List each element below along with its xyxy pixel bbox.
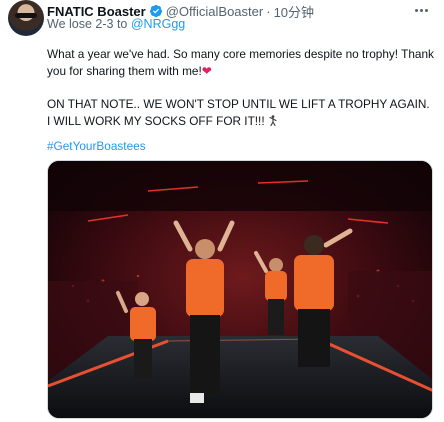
tweet-paragraph-3: #GetYourBoastees — [47, 138, 435, 155]
separator-dot: · — [266, 3, 271, 19]
mention-link[interactable]: @NRGgg — [131, 17, 185, 31]
replying-to-line: We lose 2-3 to @NRGgg — [47, 17, 185, 31]
tweet-timestamp[interactable]: 10分钟 — [274, 2, 314, 21]
paragraph-1-text: What a year we've had. So many core memo… — [47, 47, 434, 78]
tweet-media-photo[interactable] — [47, 160, 433, 419]
tweet-paragraph-2: ON THAT NOTE.. WE WON'T STOP UNTIL WE LI… — [47, 96, 435, 130]
stage-photo-icon — [48, 161, 432, 418]
heart-emoji-icon: ❤ — [201, 64, 212, 78]
verified-badge-icon — [149, 4, 162, 18]
reply-text: We lose 2-3 to — [47, 17, 128, 31]
figure-icon — [269, 115, 277, 126]
hashtag-link[interactable]: #GetYourBoastees — [47, 139, 146, 153]
tweet-paragraph-1: What a year we've had. So many core memo… — [47, 46, 435, 80]
tweet-card[interactable]: FNATIC Boaster @OfficialBoaster · 10分钟 W… — [0, 0, 444, 422]
paragraph-2-text: ON THAT NOTE.. WE WON'T STOP UNTIL WE LI… — [47, 97, 430, 128]
more-options-icon[interactable] — [410, 2, 432, 18]
avatar[interactable] — [8, 0, 44, 36]
